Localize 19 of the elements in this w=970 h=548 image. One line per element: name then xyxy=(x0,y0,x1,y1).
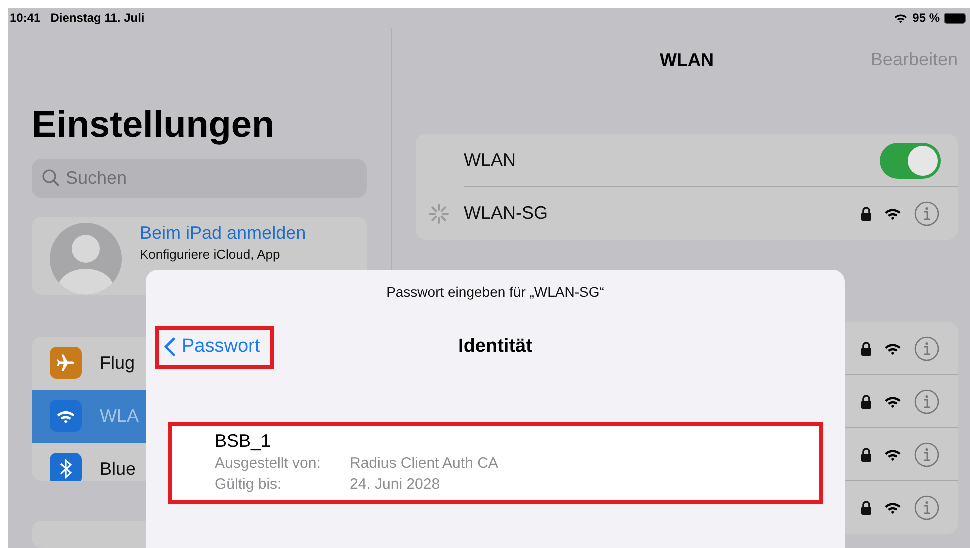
wlan-label: WLAN xyxy=(464,150,518,171)
battery-percent: 95 % xyxy=(912,11,940,25)
account-subtitle: Konfiguriere iCloud, App xyxy=(140,246,282,262)
certificate-name: BSB_1 xyxy=(215,430,272,453)
sidebar-label: Blue xyxy=(100,458,136,480)
nav-title: WLAN xyxy=(660,50,714,70)
status-time: 10:41 xyxy=(10,11,41,25)
field-label: Ausgestellt von: xyxy=(215,454,322,474)
field-value: 24. Juni 2028 xyxy=(350,475,440,495)
sheet-prompt: Passwort eingeben für „WLAN-SG“ xyxy=(386,284,606,300)
status-date: Dienstag 11. Juli xyxy=(50,11,145,25)
field-label: Gültig bis: xyxy=(215,475,283,495)
sidebar-label: Flug xyxy=(100,352,136,374)
sidebar-label: WLA xyxy=(100,406,140,427)
settings-title: Einstellungen xyxy=(32,105,276,145)
sheet-title: Identität xyxy=(458,336,532,358)
search-placeholder: Suchen xyxy=(66,168,128,189)
network-name: WLAN-SG xyxy=(464,203,550,224)
field-value: Radius Client Auth CA xyxy=(350,454,498,474)
